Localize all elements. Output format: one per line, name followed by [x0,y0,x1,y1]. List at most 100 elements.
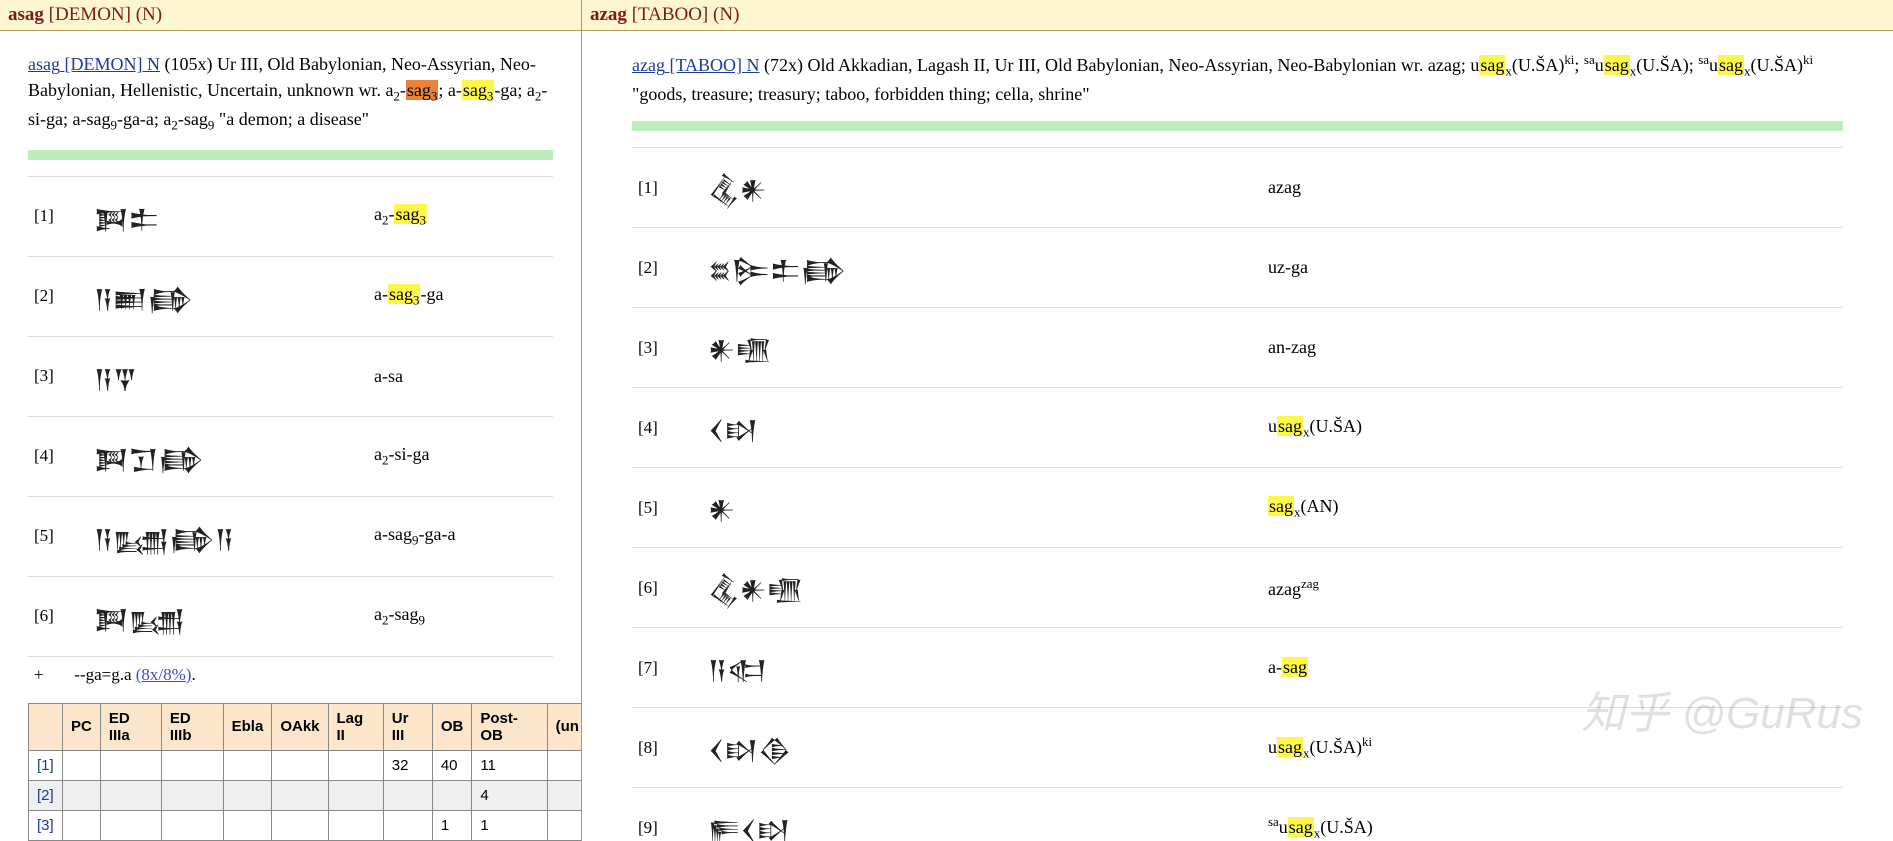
cuneiform-cell: 𒆬𒀭 [702,148,1262,228]
transliteration-cell: a-sag3-ga [368,256,553,336]
cuneiform-cell: 𒀉𒋛𒂵 [88,416,368,496]
table-cell: 40 [432,750,472,780]
cuneiform-cell: 𒀀𒊕 [702,628,1262,708]
occurrence-count: (105x) [164,54,212,74]
table-cell [272,780,328,810]
table-header: ED IIIa [100,703,161,750]
table-cell [223,750,272,780]
table-row: [1]324011 [29,750,583,780]
transliteration-cell: a-sa [368,336,553,416]
wr-label: wr. [1401,55,1424,75]
transliteration-cell: azag [1262,148,1843,228]
table-cell [100,750,161,780]
form-row: [1] 𒀉𒉺 a2-sag3 [28,176,553,256]
table-header: Lag II [328,703,383,750]
title-pos: (N) [136,4,162,25]
form-row: [4] 𒀉𒋛𒂵 a2-si-ga [28,416,553,496]
forms-table: [1] 𒆬𒀭 azag [2] 𒊺𒌉𒉺𒂵 uz-ga [3] 𒀭𒍠 an-zag… [632,147,1843,841]
table-cell [547,810,582,840]
row-index-link[interactable]: [3] [29,810,63,840]
title-word: azag [590,4,627,25]
form-index: [4] [28,416,88,496]
transliteration-cell: uz-ga [1262,228,1843,308]
title-word: asag [8,4,44,25]
table-header: Ebla [223,703,272,750]
table-cell [161,780,223,810]
title-gloss: [DEMON] [49,4,131,25]
form-index: [3] [632,308,702,388]
entry-pane-asag: asag [DEMON] (N) asag [DEMON] N (105x) U… [0,0,582,841]
table-cell [100,810,161,840]
cuneiform-cell: 𒀉𒉺 [88,176,368,256]
row-index-link[interactable]: [2] [29,780,63,810]
table-cell: 1 [432,810,472,840]
meaning: "goods, treasure; treasury; taboo, forbi… [632,84,1090,104]
table-cell: 4 [472,780,547,810]
form-row: [5] 𒀀𒊷𒂵𒀀 a-sag9-ga-a [28,496,553,576]
form-row: [8] 𒌋𒊭𒆠 usagx(U.ŠA)ki [632,708,1843,788]
entry-pane-azag: azag [TABOO] (N) azag [TABOO] N (72x) Ol… [582,0,1893,841]
separator-bar [28,150,553,160]
period-distribution-table: PCED IIIaED IIIbEblaOAkkLag IIUr IIIOBPo… [28,703,582,841]
cuneiform-cell: 𒊺𒌉𒉺𒂵 [702,228,1262,308]
cuneiform-cell: 𒀉𒊷 [88,576,368,656]
plus-icon: + [34,665,70,685]
table-cell: 32 [383,750,432,780]
form-index: [2] [28,256,88,336]
form-row: [5] 𒀭 sagx(AN) [632,468,1843,548]
form-index: [6] [28,576,88,656]
table-cell [161,750,223,780]
cuneiform-cell: 𒊓𒌋𒊭 [702,788,1262,841]
variant-text: --ga=g.a [74,665,131,684]
cuneiform-cell: 𒀀𒆤𒂵 [88,256,368,336]
table-header: (un [547,703,582,750]
table-header [29,703,63,750]
cuneiform-cell: 𒀀𒊷𒂵𒀀 [88,496,368,576]
row-index-link[interactable]: [1] [29,750,63,780]
cuneiform-cell: 𒆬𒀭𒍠 [702,548,1262,628]
form-index: [7] [632,628,702,708]
transliteration-cell: a2-si-ga [368,416,553,496]
form-row: [6] 𒆬𒀭𒍠 azagzag [632,548,1843,628]
transliteration-cell: sausagx(U.ŠA) [1262,788,1843,841]
table-cell [328,750,383,780]
table-header-row: PCED IIIaED IIIbEblaOAkkLag IIUr IIIOBPo… [29,703,583,750]
headword-link[interactable]: azag [TABOO] N [632,55,760,75]
form-row: [1] 𒆬𒀭 azag [632,148,1843,228]
meaning: "a demon; a disease" [219,109,369,129]
table-cell [272,750,328,780]
form-row: [9] 𒊓𒌋𒊭 sausagx(U.ŠA) [632,788,1843,841]
table-cell [328,810,383,840]
form-index: [8] [632,708,702,788]
headword-link[interactable]: asag [DEMON] N [28,54,160,74]
form-index: [5] [28,496,88,576]
headword-line: asag [DEMON] N (105x) Ur III, Old Babylo… [28,51,553,136]
table-cell [383,810,432,840]
table-header: OB [432,703,472,750]
table-cell [63,780,101,810]
occurrence-count: (72x) [764,55,803,75]
headword-line: azag [TABOO] N (72x) Old Akkadian, Lagas… [632,51,1843,107]
table-cell [432,780,472,810]
table-row: [3]11 [29,810,583,840]
table-row: [2] 4 [29,780,583,810]
title-pos: (N) [713,4,739,25]
transliteration-cell: usagx(U.ŠA)ki [1262,708,1843,788]
table-header: OAkk [272,703,328,750]
form-row: [3] 𒀀𒐼 a-sa [28,336,553,416]
transliteration-cell: an-zag [1262,308,1843,388]
cuneiform-cell: 𒌋𒊭𒆠 [702,708,1262,788]
transliteration-cell: a2-sag9 [368,576,553,656]
variant-line: + --ga=g.a (8x/8%). [28,657,553,693]
form-row: [4] 𒌋𒊭 usagx(U.ŠA) [632,388,1843,468]
table-header: ED IIIb [161,703,223,750]
entry-title-bar: asag [DEMON] (N) [0,0,581,31]
variant-frequency-link[interactable]: (8x/8%) [136,665,192,684]
table-cell [161,810,223,840]
wr-label: wr. [358,80,381,100]
entry-content: azag [TABOO] N (72x) Old Akkadian, Lagas… [582,31,1893,841]
form-row: [6] 𒀉𒊷 a2-sag9 [28,576,553,656]
entry-content: asag [DEMON] N (105x) Ur III, Old Babylo… [0,31,581,841]
separator-bar [632,121,1843,131]
form-index: [9] [632,788,702,841]
